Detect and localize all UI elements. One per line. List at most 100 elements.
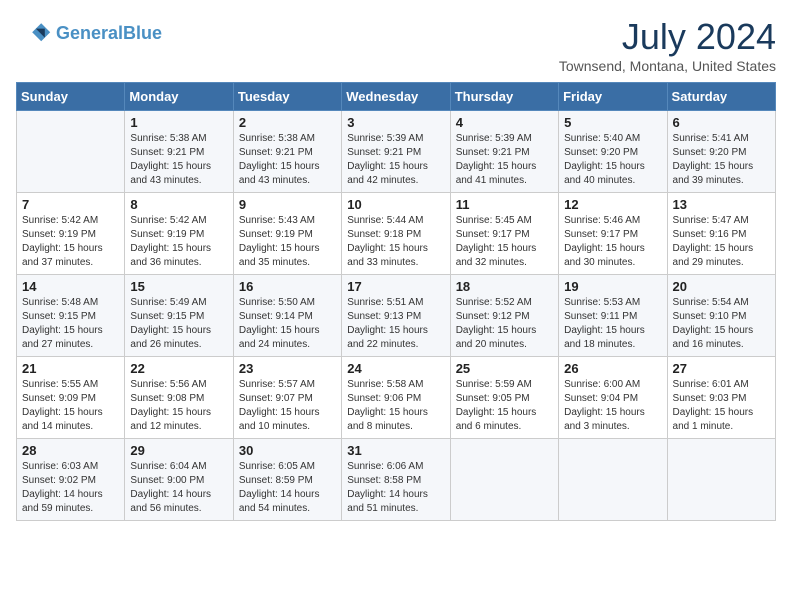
day-info: Sunrise: 5:56 AMSunset: 9:08 PMDaylight:… [130,378,227,434]
logo-icon [16,16,52,52]
day-info: Sunrise: 5:41 AMSunset: 9:20 PMDaylight:… [673,132,770,188]
day-info: Sunrise: 6:00 AMSunset: 9:04 PMDaylight:… [564,378,661,434]
logo: GeneralBlue [16,16,162,52]
calendar-cell: 2 Sunrise: 5:38 AMSunset: 9:21 PMDaylight… [233,111,341,193]
day-number: 23 [239,361,336,376]
calendar-cell: 4 Sunrise: 5:39 AMSunset: 9:21 PMDaylight… [450,111,558,193]
day-number: 29 [130,443,227,458]
page-header: GeneralBlue July 2024 Townsend, Montana,… [16,16,776,74]
day-number: 22 [130,361,227,376]
calendar-cell: 7 Sunrise: 5:42 AMSunset: 9:19 PMDaylight… [17,193,125,275]
day-info: Sunrise: 5:49 AMSunset: 9:15 PMDaylight:… [130,296,227,352]
day-info: Sunrise: 5:51 AMSunset: 9:13 PMDaylight:… [347,296,444,352]
day-number: 3 [347,115,444,130]
day-info: Sunrise: 5:43 AMSunset: 9:19 PMDaylight:… [239,214,336,270]
day-number: 13 [673,197,770,212]
logo-line2: Blue [123,23,162,43]
day-info: Sunrise: 5:48 AMSunset: 9:15 PMDaylight:… [22,296,119,352]
calendar-cell: 12 Sunrise: 5:46 AMSunset: 9:17 PMDayligh… [559,193,667,275]
calendar-cell: 5 Sunrise: 5:40 AMSunset: 9:20 PMDaylight… [559,111,667,193]
day-info: Sunrise: 5:50 AMSunset: 9:14 PMDaylight:… [239,296,336,352]
calendar-cell: 18Sunrise: 5:52 AMSunset: 9:12 PMDayligh… [450,275,558,357]
calendar-cell: 3 Sunrise: 5:39 AMSunset: 9:21 PMDaylight… [342,111,450,193]
calendar-cell [450,439,558,521]
calendar-cell: 28 Sunrise: 6:03 AMSunset: 9:02 PMDayligh… [17,439,125,521]
calendar-cell [559,439,667,521]
logo-text: GeneralBlue [56,24,162,44]
day-number: 16 [239,279,336,294]
title-area: July 2024 Townsend, Montana, United Stat… [559,16,776,74]
calendar-cell: 14Sunrise: 5:48 AMSunset: 9:15 PMDayligh… [17,275,125,357]
calendar-week-row: 21 Sunrise: 5:55 AMSunset: 9:09 PMDayligh… [17,357,776,439]
day-number: 21 [22,361,119,376]
calendar-cell [17,111,125,193]
day-info: Sunrise: 5:57 AMSunset: 9:07 PMDaylight:… [239,378,336,434]
day-number: 12 [564,197,661,212]
day-info: Sunrise: 5:44 AMSunset: 9:18 PMDaylight:… [347,214,444,270]
calendar-table: SundayMondayTuesdayWednesdayThursdayFrid… [16,82,776,521]
calendar-cell: 9Sunrise: 5:43 AMSunset: 9:19 PMDaylight… [233,193,341,275]
day-number: 2 [239,115,336,130]
day-number: 5 [564,115,661,130]
day-info: Sunrise: 5:39 AMSunset: 9:21 PMDaylight:… [347,132,444,188]
weekday-header: Monday [125,83,233,111]
day-number: 20 [673,279,770,294]
day-info: Sunrise: 5:46 AMSunset: 9:17 PMDaylight:… [564,214,661,270]
calendar-cell: 23 Sunrise: 5:57 AMSunset: 9:07 PMDayligh… [233,357,341,439]
calendar-cell: 13 Sunrise: 5:47 AMSunset: 9:16 PMDayligh… [667,193,775,275]
day-number: 1 [130,115,227,130]
day-number: 31 [347,443,444,458]
day-info: Sunrise: 5:54 AMSunset: 9:10 PMDaylight:… [673,296,770,352]
calendar-cell: 26Sunrise: 6:00 AMSunset: 9:04 PMDayligh… [559,357,667,439]
calendar-cell: 24 Sunrise: 5:58 AMSunset: 9:06 PMDayligh… [342,357,450,439]
location-title: Townsend, Montana, United States [559,58,776,74]
day-number: 4 [456,115,553,130]
day-info: Sunrise: 5:58 AMSunset: 9:06 PMDaylight:… [347,378,444,434]
calendar-cell: 25Sunrise: 5:59 AMSunset: 9:05 PMDayligh… [450,357,558,439]
calendar-week-row: 7 Sunrise: 5:42 AMSunset: 9:19 PMDaylight… [17,193,776,275]
day-info: Sunrise: 6:04 AMSunset: 9:00 PMDaylight:… [130,460,227,516]
day-number: 7 [22,197,119,212]
weekday-header: Wednesday [342,83,450,111]
calendar-cell: 19Sunrise: 5:53 AMSunset: 9:11 PMDayligh… [559,275,667,357]
day-number: 24 [347,361,444,376]
calendar-cell: 6 Sunrise: 5:41 AMSunset: 9:20 PMDaylight… [667,111,775,193]
calendar-header-row: SundayMondayTuesdayWednesdayThursdayFrid… [17,83,776,111]
calendar-cell: 31 Sunrise: 6:06 AMSunset: 8:58 PMDayligh… [342,439,450,521]
calendar-cell: 1Sunrise: 5:38 AMSunset: 9:21 PMDaylight… [125,111,233,193]
day-number: 11 [456,197,553,212]
weekday-header: Saturday [667,83,775,111]
day-number: 10 [347,197,444,212]
day-info: Sunrise: 6:06 AMSunset: 8:58 PMDaylight:… [347,460,444,516]
day-number: 6 [673,115,770,130]
calendar-cell: 10 Sunrise: 5:44 AMSunset: 9:18 PMDayligh… [342,193,450,275]
day-info: Sunrise: 5:40 AMSunset: 9:20 PMDaylight:… [564,132,661,188]
calendar-cell: 11 Sunrise: 5:45 AMSunset: 9:17 PMDayligh… [450,193,558,275]
calendar-cell: 30 Sunrise: 6:05 AMSunset: 8:59 PMDayligh… [233,439,341,521]
day-number: 17 [347,279,444,294]
day-info: Sunrise: 5:45 AMSunset: 9:17 PMDaylight:… [456,214,553,270]
day-info: Sunrise: 6:03 AMSunset: 9:02 PMDaylight:… [22,460,119,516]
calendar-week-row: 14Sunrise: 5:48 AMSunset: 9:15 PMDayligh… [17,275,776,357]
day-number: 19 [564,279,661,294]
day-info: Sunrise: 5:55 AMSunset: 9:09 PMDaylight:… [22,378,119,434]
calendar-cell [667,439,775,521]
day-info: Sunrise: 6:05 AMSunset: 8:59 PMDaylight:… [239,460,336,516]
calendar-cell: 15Sunrise: 5:49 AMSunset: 9:15 PMDayligh… [125,275,233,357]
month-title: July 2024 [559,16,776,58]
day-info: Sunrise: 5:38 AMSunset: 9:21 PMDaylight:… [239,132,336,188]
calendar-cell: 29 Sunrise: 6:04 AMSunset: 9:00 PMDayligh… [125,439,233,521]
weekday-header: Thursday [450,83,558,111]
calendar-week-row: 28 Sunrise: 6:03 AMSunset: 9:02 PMDayligh… [17,439,776,521]
day-info: Sunrise: 5:39 AMSunset: 9:21 PMDaylight:… [456,132,553,188]
day-info: Sunrise: 5:42 AMSunset: 9:19 PMDaylight:… [22,214,119,270]
day-info: Sunrise: 5:59 AMSunset: 9:05 PMDaylight:… [456,378,553,434]
day-info: Sunrise: 5:47 AMSunset: 9:16 PMDaylight:… [673,214,770,270]
calendar-cell: 8Sunrise: 5:42 AMSunset: 9:19 PMDaylight… [125,193,233,275]
day-number: 30 [239,443,336,458]
weekday-header: Sunday [17,83,125,111]
day-number: 28 [22,443,119,458]
day-number: 18 [456,279,553,294]
calendar-week-row: 1 Sunrise: 5:38 AMSunset: 9:21 PMDaylight… [17,111,776,193]
calendar-cell: 21 Sunrise: 5:55 AMSunset: 9:09 PMDayligh… [17,357,125,439]
